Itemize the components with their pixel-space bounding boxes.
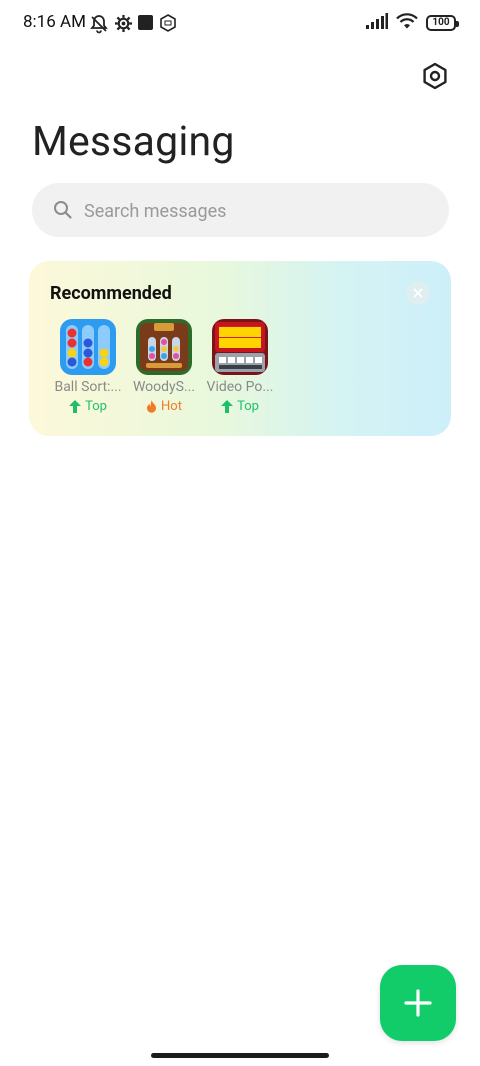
app-name: Ball Sort:... [54,379,122,395]
video-poker-app-icon [212,319,268,375]
app-badge: Top [200,399,280,414]
woody-sort-app-icon [136,319,192,375]
app-badge-label: Top [237,399,259,414]
app-name: Video Po... [206,379,274,395]
search-input[interactable] [82,183,426,239]
status-bar: 8:16 AM 100 [0,0,480,48]
recommended-close-button[interactable] [406,281,430,305]
wifi-icon [396,13,418,33]
app-badge-label: Top [85,399,107,414]
recommended-app-ball-sort[interactable]: Ball Sort:... Top [48,319,128,414]
arrow-up-icon [69,400,82,413]
search-bar[interactable] [32,183,449,239]
battery-icon: 100 [426,15,459,31]
settings-hexagon-icon [423,62,447,90]
square-notification-icon [138,14,154,36]
app-badge: Top [48,399,128,414]
recommended-card: Recommended Ball Sort:... Top WoodyS... … [29,261,451,436]
app-badge-label: Hot [161,399,182,414]
status-time: 8:16 AM [23,12,86,32]
ball-sort-app-icon [60,319,116,375]
recommended-app-woodys[interactable]: WoodyS... Hot [124,319,204,414]
gear-notification-icon [114,14,133,37]
plus-icon [404,989,432,1017]
status-right-group: 100 [366,13,459,33]
page-title: Messaging [32,118,235,166]
search-icon [53,200,73,224]
settings-button[interactable] [420,61,450,91]
mute-bell-icon [89,14,109,38]
home-indicator[interactable] [151,1053,329,1058]
recommended-app-video-poker[interactable]: Video Po... Top [200,319,280,414]
app-name: WoodyS... [132,379,196,395]
close-icon [413,288,423,298]
app-badge: Hot [124,399,204,414]
flame-icon [147,400,157,413]
new-message-button[interactable] [380,965,456,1041]
hexagon-notification-icon [160,14,176,36]
arrow-up-icon [221,400,234,413]
signal-icon [366,13,388,33]
recommended-title: Recommended [50,283,172,304]
